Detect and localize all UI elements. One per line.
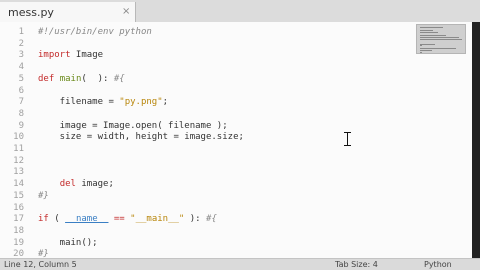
code-line: filename = "py.png";: [38, 96, 168, 108]
code-token: main: [59, 73, 82, 84]
code-line: if ( __name__ == "__main__" ): #{: [38, 213, 217, 225]
code-token: ):: [184, 214, 207, 225]
line-number: 14: [13, 179, 24, 190]
line-number: 5: [18, 73, 24, 84]
code-line: def main( ): #{: [38, 73, 125, 85]
minimap-line: [420, 29, 434, 31]
close-icon[interactable]: ×: [122, 5, 130, 19]
code-token: ==: [113, 214, 125, 225]
line-number: 12: [13, 155, 24, 166]
line-number: 19: [13, 237, 24, 248]
code-token: ;: [162, 97, 169, 108]
code-token: Image: [70, 50, 104, 61]
line-number: 18: [13, 225, 24, 236]
text-cursor-icon: [344, 132, 352, 146]
code-line: main();: [38, 237, 98, 249]
line-number: 3: [18, 50, 24, 61]
minimap-line: [420, 47, 457, 49]
code-line: #}: [38, 190, 49, 202]
code-token: #{: [113, 73, 125, 84]
syntax-status[interactable]: Python: [424, 259, 452, 270]
code-token: #{: [206, 214, 217, 225]
cursor-position-status: Line 12, Column 5: [4, 260, 77, 269]
line-number: 9: [18, 120, 24, 131]
code-token: image;: [75, 179, 114, 190]
scrollbar[interactable]: [472, 22, 480, 258]
line-number: 8: [18, 108, 24, 119]
code-token: size = width, height = image.size;: [38, 132, 244, 143]
line-number: 10: [13, 132, 24, 143]
line-number: 15: [13, 190, 24, 201]
tab-bar: mess.py ×: [0, 0, 480, 22]
tab-size-status[interactable]: Tab Size: 4: [335, 259, 378, 270]
tab-mess-py[interactable]: mess.py ×: [0, 2, 136, 22]
code-token: #!/usr/bin/env python: [38, 27, 152, 37]
minimap-line: [420, 27, 444, 28]
minimap-line: [420, 45, 423, 47]
minimap-line: [420, 38, 462, 40]
code-token: #}: [38, 190, 49, 201]
line-number: 7: [18, 97, 24, 108]
line-number: 1: [18, 27, 24, 37]
minimap[interactable]: [416, 24, 466, 54]
code-token: main();: [38, 237, 98, 248]
code-token: image = Image.open( filename );: [38, 120, 228, 131]
code-line: #!/usr/bin/env python: [38, 26, 152, 38]
tab-title: mess.py: [8, 6, 54, 19]
line-number: 17: [13, 214, 24, 225]
code-line: image = Image.open( filename );: [38, 120, 228, 132]
code-token: if: [38, 214, 49, 225]
minimap-line: [420, 51, 423, 53]
code-area[interactable]: #!/usr/bin/env python import Image def mai…: [38, 22, 408, 259]
minimap-line: [420, 34, 447, 36]
code-token: import: [38, 50, 71, 61]
line-number: 2: [18, 38, 24, 49]
code-token: def: [38, 73, 55, 84]
code-line: import Image: [38, 49, 103, 61]
code-line: del image;: [38, 178, 114, 190]
code-token: "__main__": [130, 214, 185, 225]
editor-window: mess.py × 1 2 3 4 5 6 7 8 9 10 11 12 13 14 15 16 17 18 19 2…: [0, 0, 480, 270]
code-token: "py.png": [119, 97, 163, 108]
code-token: ( ):: [81, 73, 114, 84]
code-editor[interactable]: 1 2 3 4 5 6 7 8 9 10 11 12 13 14 15 16 17 18 19 20 #!/usr/b…: [0, 22, 472, 259]
line-number: 6: [18, 85, 24, 96]
line-number: 13: [13, 167, 24, 178]
minimap-line: [420, 32, 438, 34]
minimap-line: [420, 43, 436, 45]
code-token: filename =: [38, 97, 120, 108]
code-token: del: [59, 179, 76, 190]
code-token: (: [48, 214, 66, 225]
line-number: 16: [13, 202, 24, 213]
status-bar: Line 12, Column 5 Tab Size: 4 Python: [0, 258, 480, 270]
line-number-gutter: 1 2 3 4 5 6 7 8 9 10 11 12 13 14 15 16 17 18 19 20: [0, 22, 28, 259]
code-token: __name__: [65, 214, 109, 225]
line-number: 11: [13, 144, 24, 154]
code-line: size = width, height = image.size;: [38, 131, 244, 143]
line-number: 4: [18, 62, 24, 73]
